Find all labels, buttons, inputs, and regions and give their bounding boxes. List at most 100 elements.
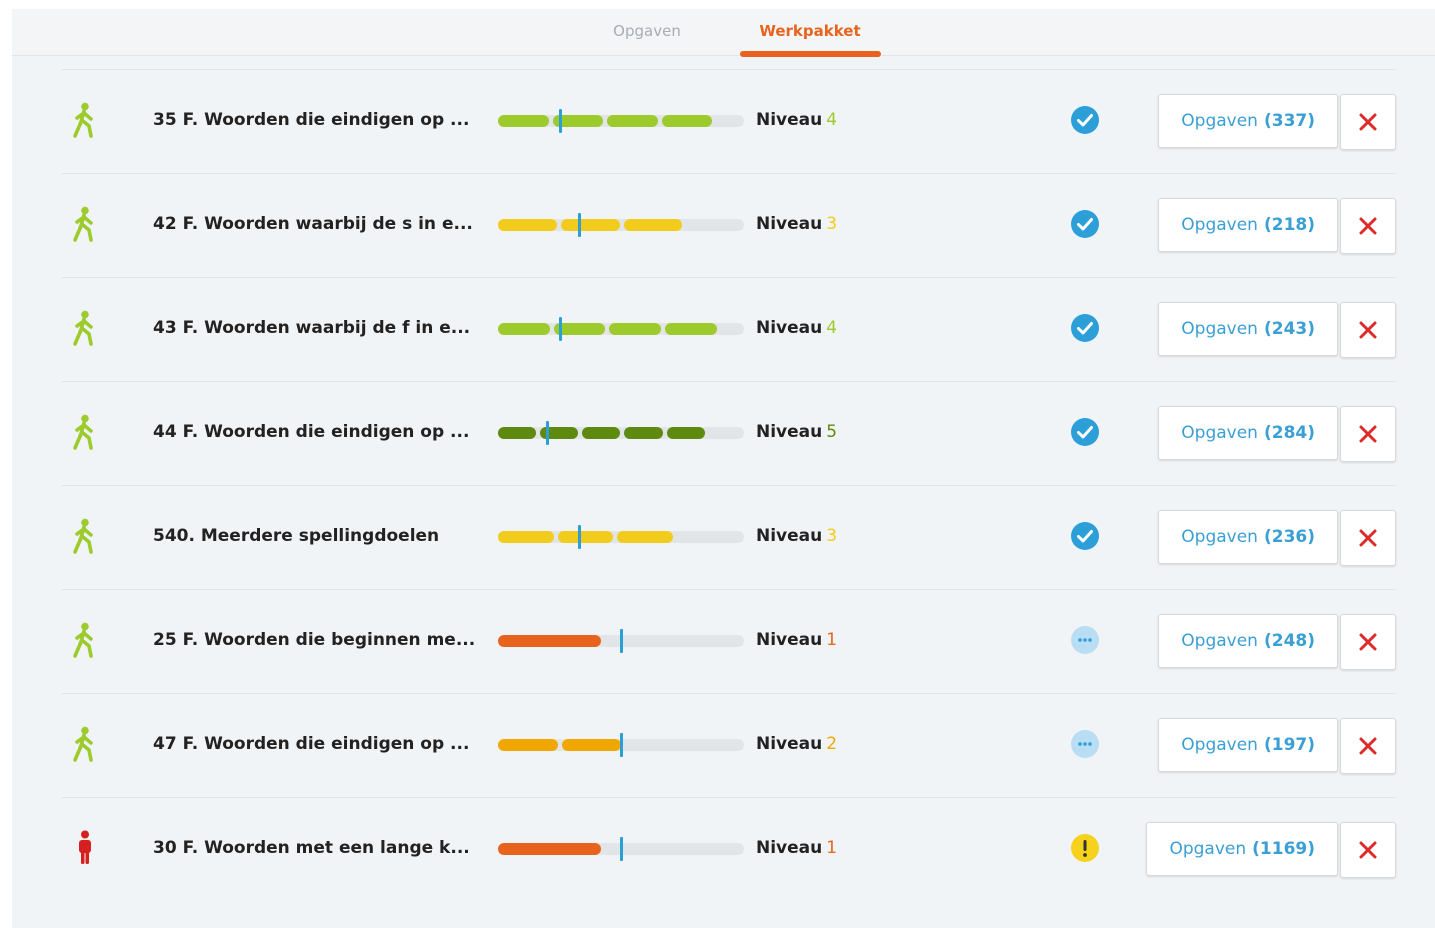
niveau-level: 3 [826, 214, 838, 234]
tab-werkpakket[interactable]: Werkpakket [747, 22, 873, 40]
opgaven-count: (236) [1263, 527, 1315, 547]
progress-segment [609, 323, 662, 335]
walking-person-icon [72, 206, 98, 242]
remove-button[interactable] [1340, 198, 1396, 254]
tab-opgaven[interactable]: Opgaven [612, 22, 682, 40]
progress-segment [665, 323, 717, 335]
tab-bar: Opgaven Werkpakket [12, 9, 1435, 57]
niveau-label: Niveau 1 [756, 630, 837, 650]
opgaven-count: (248) [1263, 631, 1315, 651]
check-circle-icon [1070, 417, 1100, 447]
niveau-label: Niveau 2 [756, 734, 837, 754]
progress-bar [498, 109, 744, 133]
niveau-level: 4 [826, 318, 838, 338]
niveau-level: 2 [826, 734, 838, 754]
remove-button[interactable] [1340, 822, 1396, 878]
remove-button[interactable] [1340, 406, 1396, 462]
progress-segment [498, 739, 558, 751]
remove-button[interactable] [1340, 510, 1396, 566]
progress-segment [666, 427, 705, 439]
progress-bar [498, 629, 744, 653]
check-circle-icon [1070, 209, 1100, 239]
close-icon [1341, 424, 1395, 444]
progress-bar [498, 317, 744, 341]
opgaven-count: (197) [1263, 735, 1315, 755]
item-title[interactable]: 42 F. Woorden waarbij de s in e... [153, 214, 473, 234]
check-circle-icon [1070, 313, 1100, 343]
niveau-label: Niveau 3 [756, 214, 837, 234]
opgaven-button[interactable]: Opgaven (248) [1158, 614, 1338, 668]
opgaven-button-label: Opgaven [1181, 111, 1258, 131]
opgaven-button-label: Opgaven [1181, 527, 1258, 547]
progress-marker [620, 733, 623, 757]
close-icon [1341, 112, 1395, 132]
close-icon [1341, 736, 1395, 756]
opgaven-button[interactable]: Opgaven (218) [1158, 198, 1338, 252]
item-title[interactable]: 43 F. Woorden waarbij de f in e... [153, 318, 470, 338]
niveau-text: Niveau [756, 214, 823, 234]
progress-marker [546, 421, 550, 445]
progress-segment [560, 219, 620, 231]
progress-bar [498, 733, 744, 757]
progress-segment [498, 219, 557, 231]
progress-segment [498, 427, 537, 439]
item-title[interactable]: 25 F. Woorden die beginnen me... [153, 630, 475, 650]
walking-person-icon [72, 102, 98, 138]
opgaven-count: (337) [1263, 111, 1315, 131]
opgaven-count: (284) [1263, 423, 1315, 443]
opgaven-button[interactable]: Opgaven (337) [1158, 94, 1338, 148]
remove-button[interactable] [1340, 94, 1396, 150]
walking-person-icon [72, 726, 98, 762]
standing-person-icon [72, 830, 98, 866]
progress-bar [498, 213, 744, 237]
niveau-text: Niveau [756, 110, 823, 130]
opgaven-button[interactable]: Opgaven (243) [1158, 302, 1338, 356]
progress-bar [498, 421, 744, 445]
close-icon [1341, 216, 1395, 236]
walking-person-icon [72, 414, 98, 450]
list-item: 47 F. Woorden die eindigen op ... Niveau… [62, 693, 1396, 797]
walking-person-icon [72, 622, 98, 658]
niveau-text: Niveau [756, 422, 823, 442]
item-title[interactable]: 44 F. Woorden die eindigen op ... [153, 422, 469, 442]
progress-segment [561, 739, 621, 751]
progress-segment [557, 531, 614, 543]
niveau-text: Niveau [756, 318, 823, 338]
niveau-text: Niveau [756, 838, 823, 858]
list-item: 30 F. Woorden met een lange k... Niveau 1… [62, 797, 1396, 901]
opgaven-button-label: Opgaven [1181, 735, 1258, 755]
active-tab-indicator [740, 51, 881, 57]
opgaven-button[interactable]: Opgaven (284) [1158, 406, 1338, 460]
item-title[interactable]: 540. Meerdere spellingdoelen [153, 526, 439, 546]
close-icon [1341, 632, 1395, 652]
item-title[interactable]: 35 F. Woorden die eindigen op ... [153, 110, 469, 130]
opgaven-button-label: Opgaven [1181, 631, 1258, 651]
progress-segment [623, 219, 683, 231]
list-item: 35 F. Woorden die eindigen op ... Niveau… [62, 69, 1396, 173]
progress-segment [498, 323, 550, 335]
opgaven-button-label: Opgaven [1181, 319, 1258, 339]
progress-segment [582, 427, 621, 439]
progress-marker [578, 525, 582, 549]
check-circle-icon [1070, 521, 1100, 551]
item-title[interactable]: 30 F. Woorden met een lange k... [153, 838, 470, 858]
list-item: 42 F. Woorden waarbij de s in e... Nivea… [62, 173, 1396, 277]
progress-bar [498, 837, 744, 861]
opgaven-button[interactable]: Opgaven (236) [1158, 510, 1338, 564]
opgaven-button[interactable]: Opgaven (1169) [1146, 822, 1338, 876]
opgaven-button[interactable]: Opgaven (197) [1158, 718, 1338, 772]
progress-marker [558, 109, 562, 133]
progress-marker [620, 629, 623, 653]
item-title[interactable]: 47 F. Woorden die eindigen op ... [153, 734, 469, 754]
progress-marker [558, 317, 562, 341]
niveau-label: Niveau 4 [756, 318, 837, 338]
pending-dots-icon [1070, 625, 1100, 655]
remove-button[interactable] [1340, 718, 1396, 774]
walking-person-icon [72, 518, 98, 554]
progress-marker [578, 213, 582, 237]
list-item: 43 F. Woorden waarbij de f in e... Nivea… [62, 277, 1396, 381]
remove-button[interactable] [1340, 302, 1396, 358]
remove-button[interactable] [1340, 614, 1396, 670]
pending-dots-icon [1070, 729, 1100, 759]
niveau-level: 1 [826, 630, 838, 650]
